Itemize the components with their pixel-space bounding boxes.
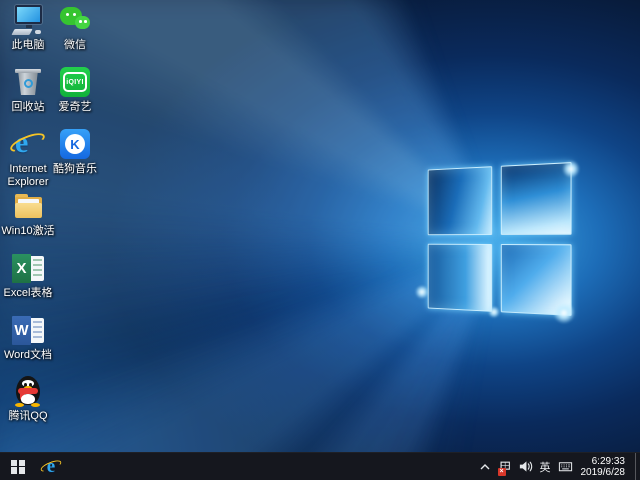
tray-touch-keyboard-icon[interactable] (557, 453, 574, 480)
desktop-icon-iqiyi[interactable]: iQIYI 爱奇艺 (47, 66, 103, 114)
qq-icon (11, 375, 45, 408)
recycle-bin-icon (11, 66, 45, 99)
windows-start-icon (11, 459, 25, 474)
internet-explorer-icon: e (7, 126, 48, 161)
windows-logo-pane (500, 162, 572, 235)
wechat-icon (58, 4, 92, 37)
system-tray: × 英 6:29:33 2019/6/28 (477, 452, 640, 480)
this-pc-icon (11, 4, 45, 37)
taskbar-internet-explorer-button[interactable]: e (36, 453, 66, 480)
start-button[interactable] (0, 453, 36, 480)
desktop-icon-tencent-qq[interactable]: 腾讯QQ (0, 375, 56, 423)
clock-date: 2019/6/28 (580, 466, 626, 478)
icon-label: 酷狗音乐 (53, 163, 97, 175)
desktop-icon-excel[interactable]: X Excel表格 (0, 252, 56, 300)
icon-label: 微信 (64, 39, 86, 51)
tray-chevron-up-icon[interactable] (477, 453, 494, 480)
icon-label: Win10激活 (1, 225, 55, 237)
show-desktop-button[interactable] (635, 452, 640, 480)
taskbar-clock[interactable]: 6:29:33 2019/6/28 (577, 453, 633, 480)
iqiyi-icon: iQIYI (58, 66, 92, 99)
icon-label: 爱奇艺 (58, 101, 92, 113)
desktop-icon-win10-activate[interactable]: Win10激活 (0, 190, 56, 238)
desktop-icon-kugou-music[interactable]: K 酷狗音乐 (47, 128, 103, 176)
tray-security-flag-icon[interactable]: × (497, 453, 514, 480)
excel-icon: X (11, 252, 45, 285)
tray-input-language-indicator[interactable]: 英 (537, 453, 554, 480)
word-icon: W (11, 314, 45, 347)
tray-volume-icon[interactable] (517, 453, 534, 480)
taskbar: e × 英 6:29:33 2019/6/28 (0, 452, 640, 480)
security-alert-badge: × (497, 467, 506, 476)
kugou-music-icon: K (58, 128, 92, 161)
light-glint (553, 302, 575, 324)
windows-logo-pane (427, 166, 492, 235)
windows-logo-pane (427, 243, 492, 312)
icon-label: Word文档 (3, 349, 53, 361)
desktop-icon-word[interactable]: W Word文档 (0, 314, 56, 362)
light-glint (415, 285, 429, 299)
desktop-icon-wechat[interactable]: 微信 (47, 4, 103, 52)
light-glint (488, 306, 500, 318)
folder-icon (11, 190, 45, 223)
light-glint (562, 160, 580, 178)
clock-time: 6:29:33 (591, 455, 625, 467)
icon-label: Excel表格 (3, 287, 53, 299)
windows-logo (427, 162, 572, 316)
icon-label: 腾讯QQ (8, 410, 48, 422)
desktop: 此电脑 微信 回收站 iQIYI 爱奇艺 e Internet Explorer… (0, 0, 640, 480)
